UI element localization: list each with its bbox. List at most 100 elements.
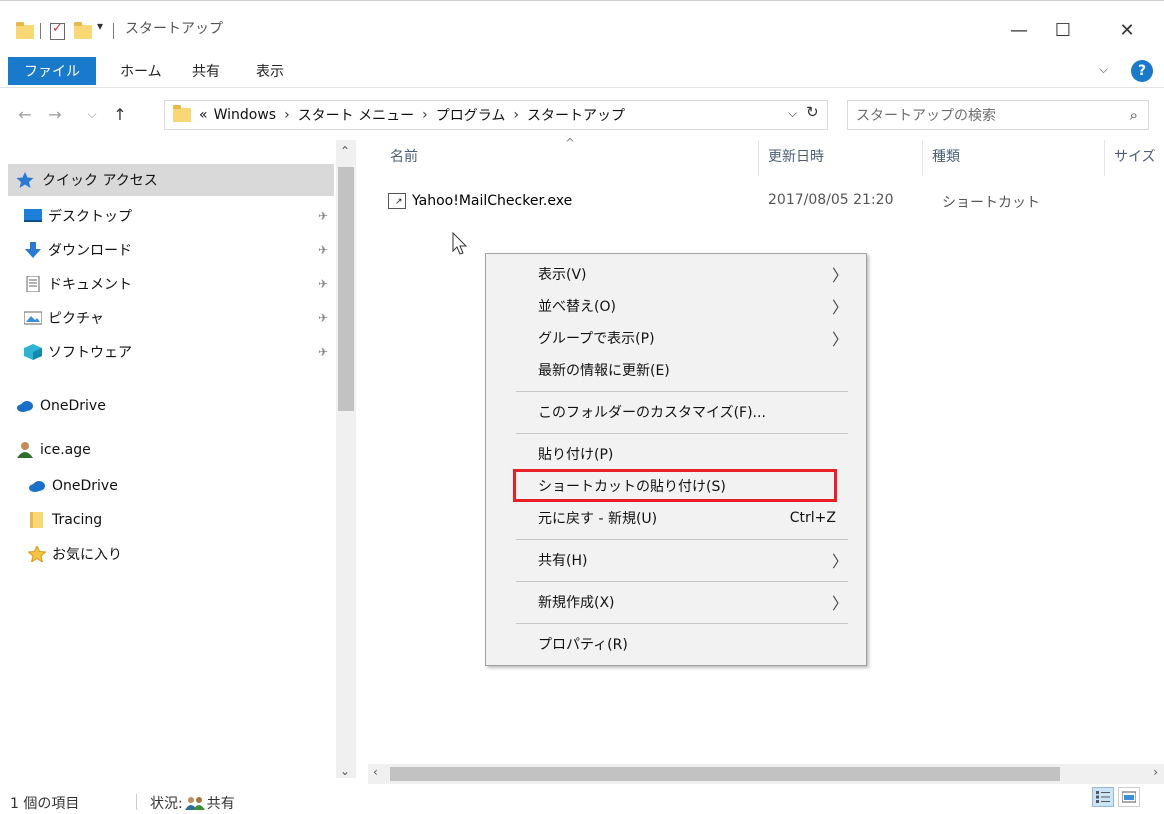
menu-item-shortcut: Ctrl+Z <box>789 510 836 526</box>
window-title: スタートアップ <box>125 21 223 37</box>
column-header-type[interactable]: 種類 <box>932 146 960 166</box>
new-folder-icon[interactable] <box>74 21 92 43</box>
people-icon <box>184 796 205 810</box>
nav-item-label: お気に入り <box>52 547 122 563</box>
nav-item-documents[interactable]: ドキュメント ✈ <box>8 268 334 300</box>
ribbon-expand-icon[interactable]: ⌵ <box>1099 62 1108 77</box>
nav-item-downloads[interactable]: ダウンロード ✈ <box>8 234 334 266</box>
scrollbar-thumb[interactable] <box>390 767 1060 781</box>
menu-item-view[interactable]: 表示(V) 〉 <box>486 258 866 290</box>
breadcrumb-overflow[interactable]: « <box>199 107 208 123</box>
pin-icon[interactable]: ✈ <box>318 209 328 223</box>
menu-item-customize-folder[interactable]: このフォルダーのカスタマイズ(F)... <box>486 396 866 428</box>
submenu-arrow-icon: 〉 <box>831 266 848 285</box>
minimize-button[interactable]: — <box>996 15 1042 45</box>
nav-item-onedrive[interactable]: OneDrive <box>8 390 334 422</box>
scroll-up-icon[interactable]: ⌃ <box>340 144 350 158</box>
folder-icon <box>173 105 191 122</box>
nav-item-label: デスクトップ <box>48 209 132 225</box>
user-icon <box>16 442 34 458</box>
breadcrumb-start-menu[interactable]: スタート メニュー <box>298 105 414 125</box>
file-list-hscrollbar[interactable]: ‹ › <box>368 764 1164 784</box>
menu-item-sort[interactable]: 並べ替え(O) 〉 <box>486 290 866 322</box>
recent-locations-icon[interactable]: ⌵ <box>82 100 102 128</box>
file-row[interactable]: Yahoo!MailChecker.exe <box>388 188 572 214</box>
refresh-icon[interactable]: ↻ <box>806 103 819 121</box>
nav-item-tracing[interactable]: Tracing <box>8 504 334 536</box>
up-button[interactable]: ↑ <box>108 100 132 128</box>
menu-item-share[interactable]: 共有(H) 〉 <box>486 544 866 576</box>
pin-icon[interactable]: ✈ <box>318 243 328 257</box>
pin-icon[interactable]: ✈ <box>318 277 328 291</box>
nav-item-label: ピクチャ <box>48 311 104 327</box>
nav-item-favorites[interactable]: お気に入り <box>8 538 334 570</box>
breadcrumb-separator-icon[interactable]: › <box>513 107 519 123</box>
scroll-left-icon[interactable]: ‹ <box>373 765 378 779</box>
menu-item-properties[interactable]: プロパティ(R) <box>486 628 866 660</box>
large-icons-view-button[interactable] <box>1118 787 1140 807</box>
menu-item-label: このフォルダーのカスタマイズ(F)... <box>538 405 766 421</box>
large-icons-view-icon <box>1122 791 1136 803</box>
menu-item-label: 新規作成(X) <box>538 595 615 611</box>
tab-view[interactable]: 表示 <box>256 57 284 85</box>
navigation-pane: クイック アクセス デスクトップ ✈ ダウンロード ✈ ドキュメント ✈ ピクチ… <box>0 140 356 778</box>
menu-item-refresh[interactable]: 最新の情報に更新(E) <box>486 354 866 386</box>
tab-share[interactable]: 共有 <box>192 57 220 85</box>
details-view-button[interactable] <box>1092 787 1114 807</box>
highlight-box <box>513 469 837 502</box>
submenu-arrow-icon: 〉 <box>831 298 848 317</box>
tab-file[interactable]: ファイル <box>8 57 96 85</box>
sort-indicator-icon: ^ <box>565 136 576 150</box>
nav-pane-scrollbar[interactable]: ⌃ ⌄ <box>336 140 356 778</box>
back-button[interactable]: ← <box>14 100 36 128</box>
menu-item-paste[interactable]: 貼り付け(P) <box>486 438 866 470</box>
pin-icon[interactable]: ✈ <box>318 311 328 325</box>
submenu-arrow-icon: 〉 <box>831 594 848 613</box>
column-header-modified[interactable]: 更新日時 <box>768 146 824 166</box>
menu-separator <box>516 391 848 392</box>
breadcrumb-windows[interactable]: Windows <box>214 107 277 123</box>
nav-item-user[interactable]: ice.age <box>8 434 334 466</box>
column-divider[interactable] <box>922 140 923 176</box>
nav-item-label: OneDrive <box>40 398 106 414</box>
toolbar-separator <box>113 23 114 39</box>
scroll-down-icon[interactable]: ⌄ <box>340 764 350 778</box>
menu-item-new[interactable]: 新規作成(X) 〉 <box>486 586 866 618</box>
toolbar-separator <box>40 23 41 39</box>
help-icon[interactable]: ? <box>1131 60 1153 82</box>
column-divider[interactable] <box>758 140 759 176</box>
nav-quick-access[interactable]: クイック アクセス <box>8 164 334 196</box>
nav-item-label: Tracing <box>52 512 103 528</box>
column-header-size[interactable]: サイズ <box>1114 146 1156 166</box>
column-divider[interactable] <box>1104 140 1105 176</box>
properties-icon[interactable] <box>50 21 65 40</box>
close-button[interactable]: ✕ <box>1104 15 1150 45</box>
column-header-name[interactable]: 名前 <box>390 146 418 166</box>
nav-item-desktop[interactable]: デスクトップ ✈ <box>8 200 334 232</box>
menu-item-undo[interactable]: 元に戻す - 新規(U) Ctrl+Z <box>486 502 866 534</box>
breadcrumb-separator-icon[interactable]: › <box>422 107 428 123</box>
nav-item-pictures[interactable]: ピクチャ ✈ <box>8 302 334 334</box>
breadcrumb-programs[interactable]: プログラム <box>436 105 506 125</box>
breadcrumb-startup[interactable]: スタートアップ <box>527 105 625 125</box>
forward-button[interactable]: → <box>44 100 66 128</box>
maximize-button[interactable]: ☐ <box>1040 15 1086 45</box>
submenu-arrow-icon: 〉 <box>831 330 848 349</box>
scrollbar-thumb[interactable] <box>338 167 354 411</box>
search-input[interactable]: スタートアップの検索 ⌕ <box>847 100 1149 130</box>
tab-home[interactable]: ホーム <box>120 57 162 85</box>
search-icon[interactable]: ⌕ <box>1130 106 1138 124</box>
quick-access-dropdown-icon[interactable]: ▾ <box>97 19 103 33</box>
nav-item-software[interactable]: ソフトウェア ✈ <box>8 336 334 368</box>
scroll-right-icon[interactable]: › <box>1153 765 1158 779</box>
menu-separator <box>516 539 848 540</box>
breadcrumb-separator-icon[interactable]: › <box>284 107 290 123</box>
address-bar[interactable]: « Windows › スタート メニュー › プログラム › スタートアップ <box>164 100 828 130</box>
status-bar: 1 個の項目 状況: 共有 <box>0 790 1164 814</box>
nav-item-user-onedrive[interactable]: OneDrive <box>8 470 334 502</box>
folder-icon <box>16 21 34 43</box>
menu-item-group[interactable]: グループで表示(P) 〉 <box>486 322 866 354</box>
address-dropdown-icon[interactable]: ⌵ <box>788 106 797 121</box>
item-count: 1 個の項目 <box>10 796 80 812</box>
pin-icon[interactable]: ✈ <box>318 345 328 359</box>
